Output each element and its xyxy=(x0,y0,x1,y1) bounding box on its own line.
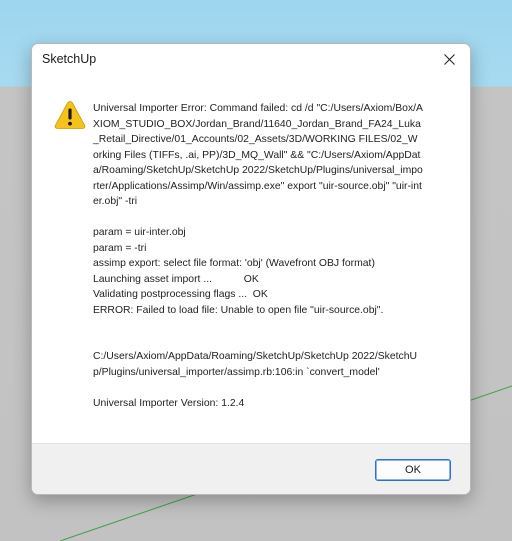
close-icon xyxy=(444,54,455,65)
close-button[interactable] xyxy=(430,44,470,76)
dialog-titlebar[interactable]: SketchUp xyxy=(32,44,470,76)
sketchup-viewport[interactable]: SketchUp Universal Importer Error: Comma… xyxy=(0,0,512,541)
dialog-title: SketchUp xyxy=(42,52,97,66)
ok-button[interactable]: OK xyxy=(375,459,451,481)
warning-icon xyxy=(54,101,86,129)
dialog-footer: OK xyxy=(32,443,470,494)
error-message: Universal Importer Error: Command failed… xyxy=(93,103,423,409)
error-dialog: SketchUp Universal Importer Error: Comma… xyxy=(31,43,471,495)
